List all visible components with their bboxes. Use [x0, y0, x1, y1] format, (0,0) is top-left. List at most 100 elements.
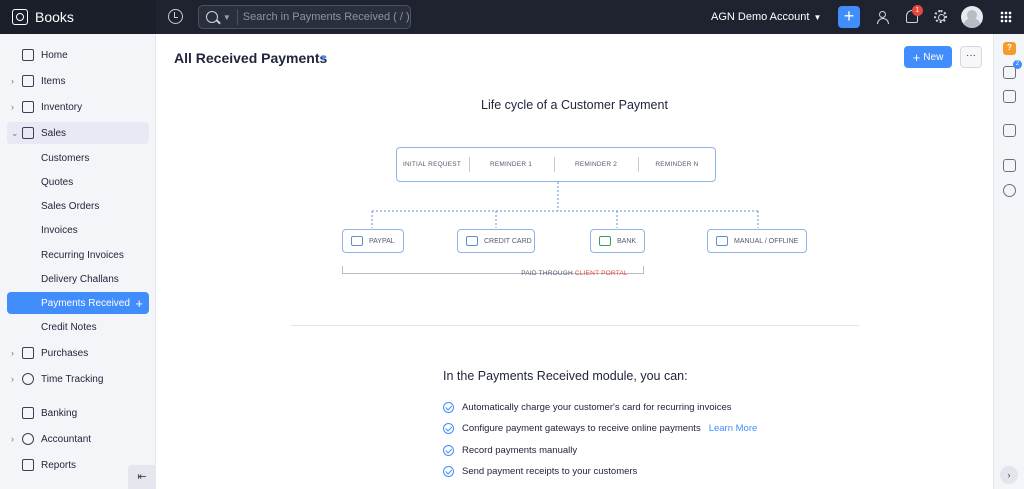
- feature-item: Record payments manually: [443, 443, 577, 457]
- sidebar-item-accountant[interactable]: › Accountant: [0, 428, 156, 450]
- new-button-label: New: [923, 51, 944, 63]
- method-bank: BANK: [590, 229, 645, 253]
- method-manual-offline: MANUAL / OFFLINE: [707, 229, 807, 253]
- sidebar-item-invoices[interactable]: Invoices: [0, 219, 156, 241]
- books-logo-icon: [12, 9, 28, 25]
- announcement-badge: 2: [1013, 60, 1022, 69]
- home-icon: [22, 49, 34, 61]
- sidebar-item-credit-notes[interactable]: Credit Notes: [0, 316, 156, 338]
- lifecycle-step: INITIAL REQUEST: [402, 161, 462, 168]
- method-label: CREDIT CARD: [484, 237, 532, 245]
- check-circle-icon: [443, 422, 454, 434]
- sidebar-item-label: Payments Received: [41, 297, 130, 309]
- sidebar-item-delivery-challans[interactable]: Delivery Challans: [0, 268, 156, 290]
- sidebar-item-inventory[interactable]: › Inventory: [0, 96, 156, 118]
- sidebar-item-label: Invoices: [41, 224, 78, 236]
- method-label: MANUAL / OFFLINE: [734, 237, 799, 245]
- app-grid-icon[interactable]: [1000, 11, 1012, 23]
- chevron-down-icon: ▼: [813, 13, 822, 22]
- method-label: BANK: [617, 237, 637, 245]
- page-title[interactable]: All Received Payments: [174, 50, 327, 66]
- bank-icon: [22, 407, 34, 419]
- notification-badge: 1: [912, 5, 923, 16]
- sidebar-item-home[interactable]: Home: [0, 44, 156, 66]
- chevron-down-icon: ⌄: [11, 127, 19, 138]
- gear-icon[interactable]: [934, 10, 947, 23]
- search-icon[interactable]: [206, 11, 218, 23]
- collapse-sidebar-button[interactable]: ⇤: [128, 465, 156, 489]
- plus-icon: +: [912, 49, 921, 65]
- paypal-icon: [351, 236, 363, 246]
- quick-create-button[interactable]: +: [838, 6, 860, 28]
- sidebar-item-label: Banking: [41, 407, 78, 419]
- help-question-icon[interactable]: ?: [1003, 42, 1016, 55]
- feature-item: Configure payment gateways to receive on…: [443, 421, 757, 435]
- client-portal-label: CLIENT PORTAL: [574, 270, 628, 277]
- check-circle-icon: [443, 465, 454, 477]
- feature-item: Automatically charge your customer's car…: [443, 400, 732, 414]
- method-label: PAYPAL: [369, 237, 395, 245]
- sidebar-item-recurring-invoices[interactable]: Recurring Invoices: [0, 244, 156, 266]
- sidebar-item-label: Items: [41, 75, 66, 87]
- sidebar-item-items[interactable]: › Items: [0, 70, 156, 92]
- right-rail: ? 2 ›: [993, 34, 1024, 489]
- paid-through-label: PAID THROUGH: [521, 270, 573, 277]
- sidebar-item-sales-orders[interactable]: Sales Orders: [0, 195, 156, 217]
- video-icon[interactable]: [1003, 90, 1016, 103]
- main-content: All Received Payments ▼ + New ··· Life c…: [156, 34, 993, 489]
- expand-rail-button[interactable]: ›: [1000, 466, 1018, 484]
- sidebar-item-sales[interactable]: ⌄ Sales: [7, 122, 149, 144]
- feature-text: Record payments manually: [462, 444, 578, 456]
- sidebar: Home › Items › Inventory ⌄ Sales Custome…: [0, 34, 156, 489]
- sidebar-item-time-tracking[interactable]: › Time Tracking: [0, 368, 156, 390]
- step-divider: [469, 157, 470, 172]
- new-button[interactable]: + New: [904, 46, 952, 68]
- search-divider: [236, 9, 238, 25]
- check-circle-icon: [443, 444, 454, 456]
- lifecycle-title: Life cycle of a Customer Payment: [481, 98, 668, 112]
- sidebar-item-label: Sales: [41, 127, 67, 139]
- add-payment-icon[interactable]: +: [135, 296, 143, 311]
- chevron-right-icon: ›: [11, 374, 14, 384]
- sidebar-item-customers[interactable]: Customers: [0, 147, 156, 169]
- lifecycle-step: REMINDER 1: [489, 161, 533, 168]
- chevron-right-icon: ›: [11, 102, 14, 112]
- credit-card-icon: [466, 236, 478, 246]
- sidebar-item-label: Recurring Invoices: [41, 249, 124, 261]
- section-divider: [291, 325, 859, 326]
- sidebar-item-label: Purchases: [41, 347, 89, 359]
- lifecycle-step: REMINDER N: [655, 161, 699, 168]
- bank-icon: [599, 236, 611, 246]
- sidebar-item-banking[interactable]: Banking: [0, 402, 156, 424]
- more-options-button[interactable]: ···: [960, 46, 982, 68]
- feature-text: Configure payment gateways to receive on…: [462, 422, 701, 434]
- org-name: AGN Demo Account: [711, 11, 810, 23]
- box-icon: [22, 101, 34, 113]
- chevron-down-icon[interactable]: ▼: [319, 53, 328, 63]
- cash-hand-icon: [716, 236, 728, 246]
- basket-icon: [22, 75, 34, 87]
- sidebar-item-purchases[interactable]: › Purchases: [0, 342, 156, 364]
- chevron-right-icon: ›: [11, 76, 14, 86]
- sidebar-item-quotes[interactable]: Quotes: [0, 171, 156, 193]
- calendar-icon[interactable]: [1003, 159, 1016, 172]
- chat-icon[interactable]: [1003, 124, 1016, 137]
- avatar[interactable]: [961, 6, 983, 28]
- recent-history-icon[interactable]: [168, 9, 183, 24]
- search-input[interactable]: [242, 11, 410, 23]
- check-circle-icon: [443, 401, 454, 413]
- brand[interactable]: Books: [0, 0, 156, 34]
- chevron-down-icon[interactable]: ▼: [223, 13, 231, 22]
- sidebar-item-label: Customers: [41, 152, 90, 164]
- org-switcher[interactable]: AGN Demo Account ▼: [711, 11, 821, 23]
- method-paypal: PAYPAL: [342, 229, 404, 253]
- settings-hub-icon[interactable]: [1003, 184, 1016, 197]
- chevron-right-icon: ›: [11, 348, 14, 358]
- sidebar-item-label: Time Tracking: [41, 373, 104, 385]
- learn-more-link[interactable]: Learn More: [709, 423, 758, 434]
- sidebar-item-label: Reports: [41, 459, 77, 471]
- chevron-right-icon: ›: [11, 434, 14, 444]
- users-icon[interactable]: [877, 10, 891, 24]
- search-bar[interactable]: ▼: [198, 5, 411, 29]
- sidebar-item-payments-received[interactable]: Payments Received +: [7, 292, 149, 314]
